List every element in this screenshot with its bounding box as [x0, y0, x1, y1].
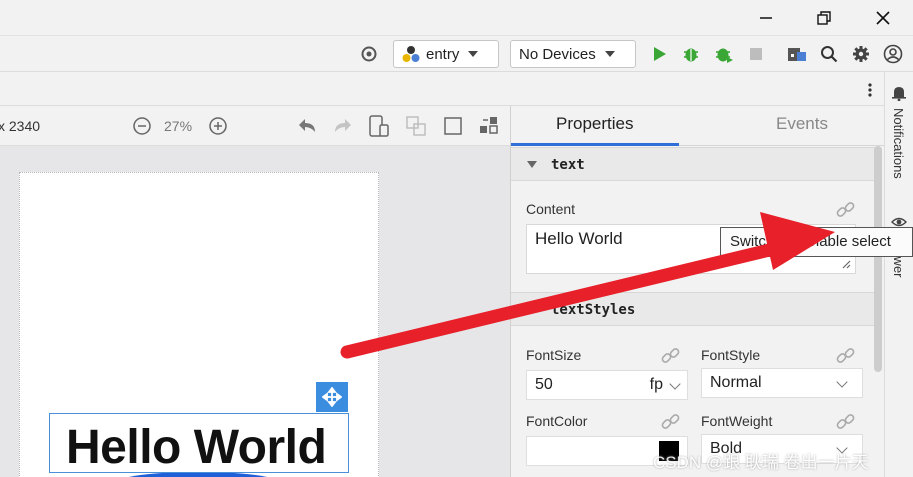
font-size-unit: fp	[649, 376, 663, 393]
expand-triangle-icon	[527, 306, 537, 313]
bell-icon[interactable]	[891, 85, 907, 102]
device-selector-value: No Devices	[519, 45, 596, 63]
undo-icon[interactable]	[297, 115, 319, 137]
font-size-input[interactable]: 50 fp	[526, 370, 688, 400]
close-icon[interactable]	[869, 5, 897, 31]
tab-properties[interactable]: Properties	[556, 114, 633, 134]
font-style-select[interactable]: Normal	[701, 368, 863, 398]
main-toolbar: entry No Devices	[0, 36, 913, 72]
run-icon[interactable]	[648, 43, 670, 65]
panel-tabs: Properties Events	[511, 106, 884, 146]
chevron-down-icon	[468, 51, 479, 57]
module-selector-value: entry	[426, 45, 460, 63]
watermark-text: CSDN @跟 耿瑞 卷出一片天	[653, 453, 869, 472]
font-style-value: Normal	[710, 374, 762, 391]
properties-panel: Properties Events text Content Hello Wor…	[510, 106, 884, 477]
tooltip-text: Switch to variable select	[730, 233, 891, 250]
device-selector[interactable]: No Devices	[510, 40, 636, 68]
link-icon[interactable]	[661, 346, 681, 366]
content-label: Content	[526, 201, 576, 217]
project-structure-icon[interactable]	[786, 43, 808, 65]
debug-icon[interactable]	[680, 43, 702, 65]
target-icon[interactable]	[358, 43, 380, 65]
attach-debugger-icon[interactable]	[713, 43, 735, 65]
zoom-level: 27%	[164, 118, 193, 134]
gear-icon[interactable]	[850, 43, 872, 65]
frame-icon[interactable]	[442, 115, 464, 137]
section-text[interactable]: text	[511, 147, 877, 181]
right-tool-bar: Notifications Viewer	[884, 72, 913, 477]
more-options-icon[interactable]	[864, 81, 876, 99]
zoom-out-icon[interactable]	[131, 115, 153, 137]
link-icon[interactable]	[836, 412, 856, 432]
editor-strip	[0, 72, 884, 106]
chevron-down-icon[interactable]	[836, 376, 848, 388]
zoom-in-icon[interactable]	[207, 115, 229, 137]
resolution-text: x 2340	[0, 118, 41, 134]
search-icon[interactable]	[818, 43, 840, 65]
text-component-content: Hello World	[66, 421, 327, 473]
component-tree-icon[interactable]	[478, 115, 500, 137]
link-icon[interactable]	[836, 346, 856, 366]
panel-scrollbar[interactable]	[874, 146, 882, 372]
resize-grip-icon[interactable]	[841, 259, 851, 269]
font-size-value: 50	[535, 376, 553, 393]
device-icon[interactable]	[368, 115, 390, 137]
font-style-label: FontStyle	[701, 347, 761, 363]
chevron-down-icon	[604, 51, 615, 57]
active-tab-indicator	[511, 143, 679, 146]
layout-switch-icon[interactable]	[405, 115, 427, 137]
move-icon[interactable]	[316, 382, 348, 412]
notifications-tab[interactable]: Notifications	[891, 108, 906, 179]
restore-icon[interactable]	[810, 5, 838, 31]
canvas-toolbar: x 2340 27%	[0, 106, 510, 146]
tooltip: Switch to variable select	[720, 227, 913, 257]
account-icon[interactable]	[882, 43, 904, 65]
link-icon[interactable]	[661, 412, 681, 432]
text-component[interactable]: Hello World	[49, 413, 349, 473]
font-weight-label: FontWeight	[701, 413, 773, 429]
tab-events[interactable]: Events	[776, 114, 828, 134]
font-size-label: FontSize	[526, 347, 582, 363]
section-text-styles[interactable]: textStyles	[511, 292, 877, 326]
expand-triangle-icon	[527, 161, 537, 168]
design-canvas[interactable]: Hello World	[0, 146, 510, 477]
module-icon	[402, 45, 420, 63]
section-text-styles-title: textStyles	[551, 302, 636, 318]
section-text-title: text	[551, 157, 585, 173]
redo-icon[interactable]	[331, 115, 353, 137]
window-title-bar	[0, 0, 913, 36]
minimize-icon[interactable]	[752, 5, 780, 31]
chevron-down-icon[interactable]	[669, 378, 681, 390]
module-selector[interactable]: entry	[393, 40, 499, 68]
font-color-label: FontColor	[526, 413, 588, 429]
stop-icon[interactable]	[745, 43, 767, 65]
link-icon[interactable]	[836, 200, 856, 220]
content-value: Hello World	[535, 229, 623, 248]
